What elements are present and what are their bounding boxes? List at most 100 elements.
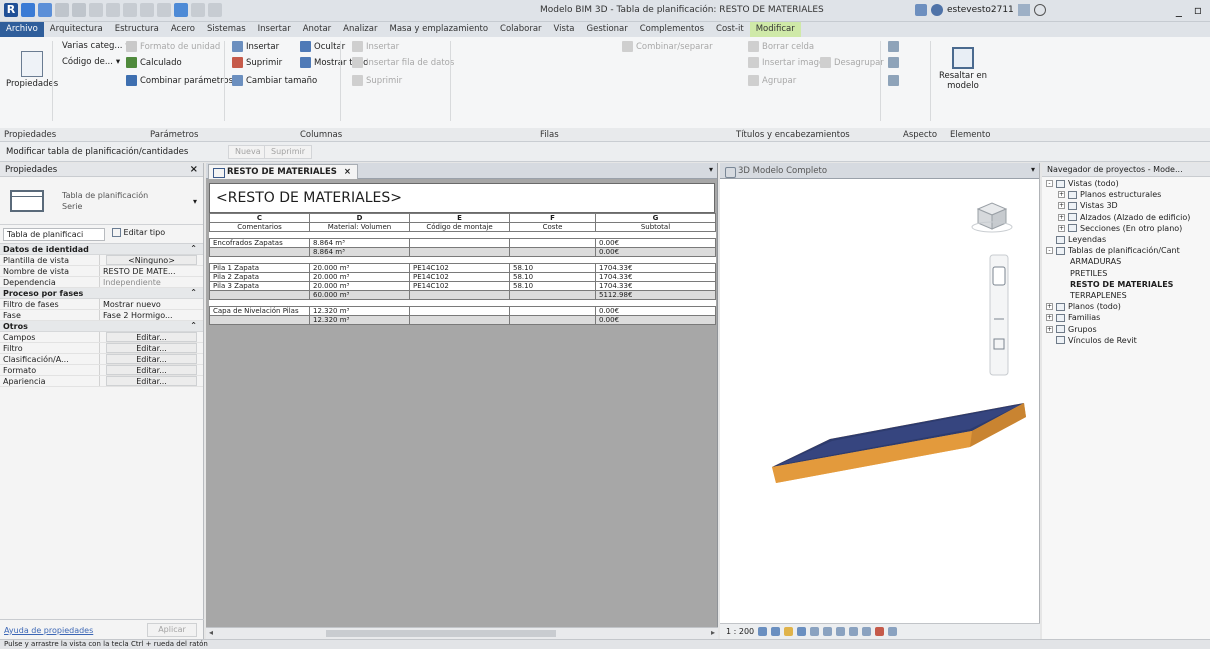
insert-column-button[interactable]: Insertar — [232, 41, 279, 52]
3d-model-foundation[interactable] — [772, 403, 1026, 483]
schedule-cell[interactable] — [509, 247, 596, 257]
expand-icon[interactable]: + — [1058, 224, 1065, 232]
tab-annotate[interactable]: Anotar — [297, 22, 337, 37]
tab-steel[interactable]: Acero — [165, 22, 201, 37]
expand-icon[interactable]: + — [1046, 314, 1053, 322]
insert-image-button[interactable]: Insertar imagen — [748, 57, 830, 68]
expand-icon[interactable]: + — [1058, 202, 1065, 210]
undo-icon[interactable] — [55, 3, 69, 17]
property-group-header[interactable]: Proceso por fases ⌃ — [0, 288, 203, 299]
browser-node[interactable]: TERRAPLENES — [1070, 291, 1127, 300]
combine-parameters-button[interactable]: Combinar parámetros — [126, 75, 233, 86]
schedule-cell[interactable] — [309, 299, 410, 307]
schedule-cell[interactable] — [509, 290, 596, 300]
shadows-icon[interactable] — [797, 627, 806, 636]
browser-node[interactable]: - Tablas de planificación/Cant — [1046, 246, 1180, 255]
viewcube-icon[interactable] — [971, 202, 1013, 233]
insert-data-row-button[interactable]: Insertar fila de datos — [352, 57, 454, 68]
group-button[interactable]: Agrupar — [748, 75, 796, 86]
delete-row-button[interactable]: Suprimir — [352, 75, 402, 86]
tab-cost-it[interactable]: Cost-it — [710, 22, 750, 37]
sun-path-icon[interactable] — [784, 627, 793, 636]
schedule-cell[interactable]: 0.00€ — [595, 315, 716, 325]
column-letter[interactable]: G — [595, 213, 716, 223]
help-icon[interactable] — [1033, 4, 1046, 16]
schedule-cell[interactable] — [509, 256, 596, 264]
category-dropdown[interactable]: Varias categ...▾ — [62, 41, 130, 51]
3d-canvas[interactable] — [720, 179, 1040, 623]
schedule-cell[interactable] — [509, 231, 596, 239]
schedule-cell[interactable]: PE14C102 — [409, 272, 510, 282]
schedule-cell[interactable]: 0.00€ — [595, 247, 716, 257]
save-icon[interactable] — [38, 3, 52, 17]
collapse-icon[interactable]: - — [1046, 180, 1053, 187]
browser-node[interactable]: + Planos (todo) — [1046, 302, 1121, 311]
schedule-cell[interactable] — [409, 290, 510, 300]
schedule-cell[interactable]: Capa de Nivelación Pilas — [209, 306, 310, 316]
ungroup-button[interactable]: Desagrupar — [820, 57, 884, 68]
collapse-icon[interactable]: - — [1046, 247, 1053, 255]
column-header[interactable]: Subtotal — [595, 222, 716, 232]
tab-modify[interactable]: Modificar — [749, 22, 801, 37]
horizontal-scrollbar[interactable]: ◂ ▸ — [206, 627, 718, 639]
schedule-cell[interactable]: 60.000 m³ — [309, 290, 410, 300]
schedule-cell[interactable] — [309, 256, 410, 264]
property-edit-button[interactable]: Editar... — [106, 332, 197, 342]
expand-icon[interactable]: + — [1046, 325, 1053, 333]
schedule-title[interactable]: <RESTO DE MATERIALES> — [209, 183, 715, 213]
schedule-cell[interactable]: 20.000 m³ — [309, 281, 410, 291]
type-selector[interactable]: Tabla de planificación Serie ▾ — [0, 177, 203, 225]
cart-icon[interactable] — [1017, 4, 1030, 16]
schedule-cell[interactable]: Pila 3 Zapata — [209, 281, 310, 291]
annotation-icon[interactable] — [123, 3, 137, 17]
schedule-cell[interactable] — [209, 290, 310, 300]
restore-icon[interactable]: ▫ — [1194, 3, 1202, 17]
property-value[interactable]: Fase 2 Hormigo... — [100, 310, 203, 320]
borders-button[interactable] — [888, 57, 899, 68]
close-tab-icon[interactable]: × — [344, 167, 351, 177]
schedule-cell[interactable] — [209, 299, 310, 307]
redo-icon[interactable] — [72, 3, 86, 17]
schedule-cell[interactable]: 1704.33€ — [595, 272, 716, 282]
merge-button[interactable]: Combinar/separar — [622, 41, 713, 52]
browser-node[interactable]: ARMADURAS — [1070, 257, 1121, 266]
schedule-cell[interactable]: 5112.98€ — [595, 290, 716, 300]
schedule-cell[interactable] — [595, 299, 716, 307]
view-scale[interactable]: 1 : 200 — [726, 627, 754, 636]
column-header[interactable]: Código de montaje — [409, 222, 510, 232]
schedule-cell[interactable] — [509, 299, 596, 307]
column-header[interactable]: Comentarios — [209, 222, 310, 232]
tab-insert[interactable]: Insertar — [252, 22, 297, 37]
property-value[interactable]: Mostrar nuevo — [100, 299, 203, 309]
schedule-cell[interactable] — [409, 256, 510, 264]
schedule-cell[interactable]: 12.320 m³ — [309, 306, 410, 316]
tab-analyze[interactable]: Analizar — [337, 22, 383, 37]
collapse-icon[interactable]: ⌃ — [190, 244, 197, 253]
font-button[interactable] — [888, 75, 899, 86]
minimize-icon[interactable]: _ — [1176, 3, 1182, 17]
scrollbar-thumb[interactable] — [326, 630, 556, 637]
view-list-dropdown-icon[interactable]: ▾ — [1031, 165, 1035, 174]
switch-windows-icon[interactable] — [208, 3, 222, 17]
schedule-cell[interactable]: 58.10 — [509, 263, 596, 273]
revit-logo-icon[interactable]: R — [4, 3, 18, 17]
section-icon[interactable] — [174, 3, 188, 17]
schedule-cell[interactable]: 8.864 m³ — [309, 247, 410, 257]
schedule-cell[interactable]: 58.10 — [509, 272, 596, 282]
visual-style-icon[interactable] — [771, 627, 780, 636]
property-edit-button[interactable]: Editar... — [106, 376, 197, 386]
apply-button[interactable]: Aplicar — [147, 623, 197, 637]
tab-addins[interactable]: Complementos — [634, 22, 710, 37]
schedule-cell[interactable]: 12.320 m³ — [309, 315, 410, 325]
detail-level-icon[interactable] — [758, 627, 767, 636]
tab-architecture[interactable]: Arquitectura — [44, 22, 109, 37]
schedule-cell[interactable]: 58.10 — [509, 281, 596, 291]
tab-collaborate[interactable]: Colaborar — [494, 22, 548, 37]
schedule-cell[interactable]: Encofrados Zapatas — [209, 238, 310, 248]
schedule-cell[interactable]: 1704.33€ — [595, 281, 716, 291]
view-3d-icon[interactable] — [157, 3, 171, 17]
analysis-display-icon[interactable] — [875, 627, 884, 636]
navigation-bar[interactable] — [989, 254, 1009, 376]
property-edit-button[interactable]: Editar... — [106, 343, 197, 353]
properties-button[interactable]: Propiedades — [6, 51, 58, 89]
